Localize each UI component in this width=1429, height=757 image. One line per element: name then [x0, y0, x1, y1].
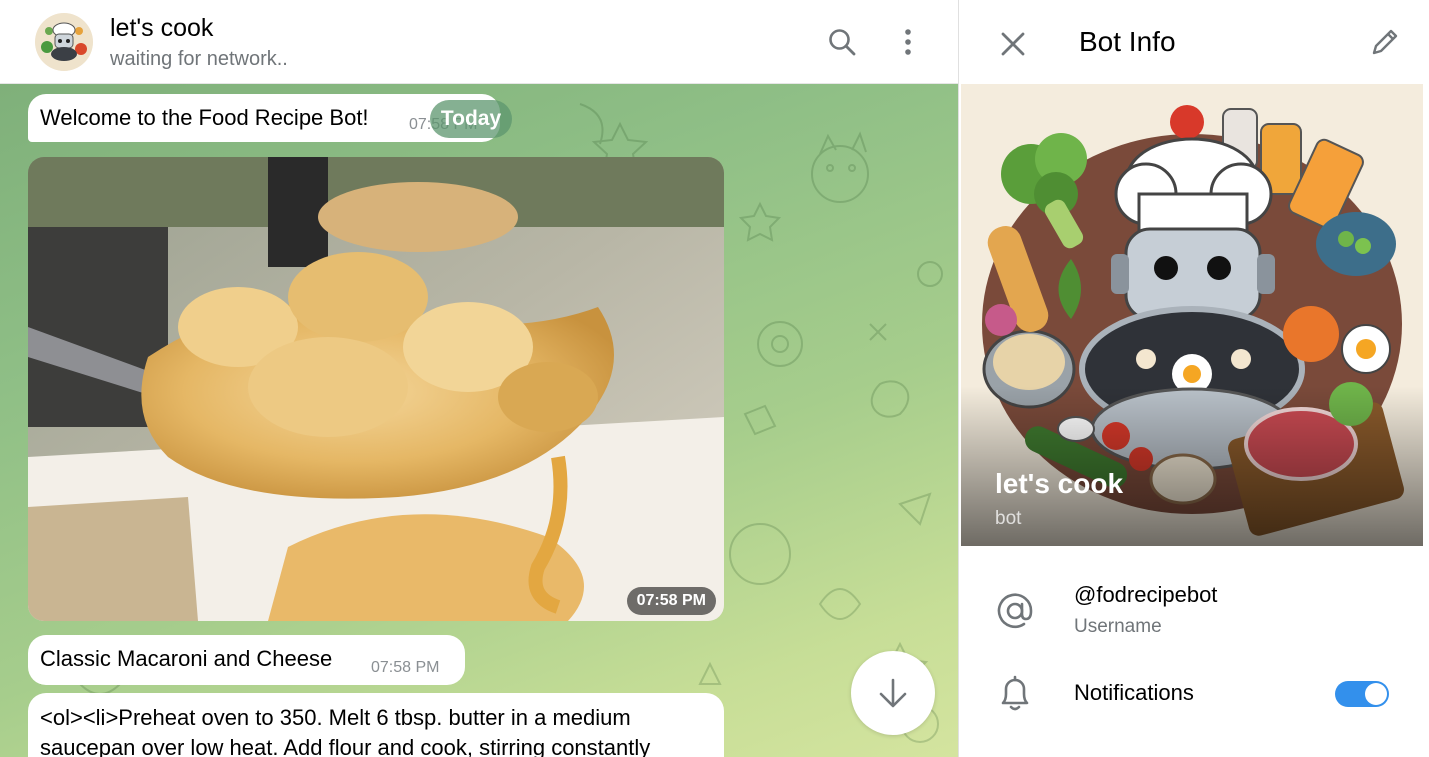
bot-info-header: Bot Info [959, 0, 1429, 84]
toggle-knob [1365, 683, 1387, 705]
chat-header: let's cook waiting for network.. [0, 0, 958, 84]
chat-status: waiting for network.. [110, 48, 288, 70]
username-label: Username [1074, 616, 1162, 637]
username-row[interactable]: @fodrecipebot Username [959, 572, 1429, 652]
cover-shade [961, 386, 1423, 546]
message-text: <ol><li>Preheat oven to 350. Melt 6 tbsp… [40, 703, 650, 757]
search-icon[interactable] [824, 24, 860, 60]
bell-icon [995, 674, 1035, 714]
chat-title[interactable]: let's cook [110, 14, 213, 43]
bot-name: let's cook [995, 468, 1124, 499]
arrow-down-icon [879, 678, 907, 708]
at-sign-icon [995, 591, 1035, 631]
notifications-label: Notifications [1074, 680, 1194, 705]
chat-panel: let's cook waiting for network.. Welcome… [0, 0, 958, 757]
close-icon[interactable] [995, 26, 1031, 62]
date-badge: Today [430, 100, 512, 138]
message-bubble-recipe[interactable]: <ol><li>Preheat oven to 350. Melt 6 tbsp… [28, 693, 724, 757]
message-text: Classic Macaroni and Cheese [40, 646, 333, 671]
mac-and-cheese-photo [28, 157, 724, 621]
message-time: 07:58 PM [371, 659, 440, 676]
message-line: saucepan over low heat. Add flour and co… [40, 735, 651, 757]
more-vertical-icon[interactable] [890, 24, 926, 60]
message-text: Welcome to the Food Recipe Bot! [40, 105, 369, 130]
message-bubble-title[interactable]: Classic Macaroni and Cheese 07:58 PM [28, 635, 465, 685]
notifications-row[interactable]: Notifications [959, 668, 1429, 720]
bot-info-panel: Bot Info let's cook bot @fodrecipebot Us… [958, 0, 1429, 757]
message-photo[interactable]: 07:58 PM [28, 157, 724, 621]
bot-info-title: Bot Info [1079, 26, 1176, 57]
message-line: <ol><li>Preheat oven to 350. Melt 6 tbsp… [40, 705, 631, 730]
notifications-toggle[interactable] [1335, 681, 1389, 707]
bot-subtitle: bot [995, 508, 1022, 529]
photo-time: 07:58 PM [626, 587, 716, 615]
edit-pencil-icon[interactable] [1367, 24, 1403, 60]
chat-avatar[interactable] [35, 13, 93, 71]
scroll-down-button[interactable] [851, 651, 935, 735]
username-value: @fodrecipebot [1074, 582, 1218, 607]
